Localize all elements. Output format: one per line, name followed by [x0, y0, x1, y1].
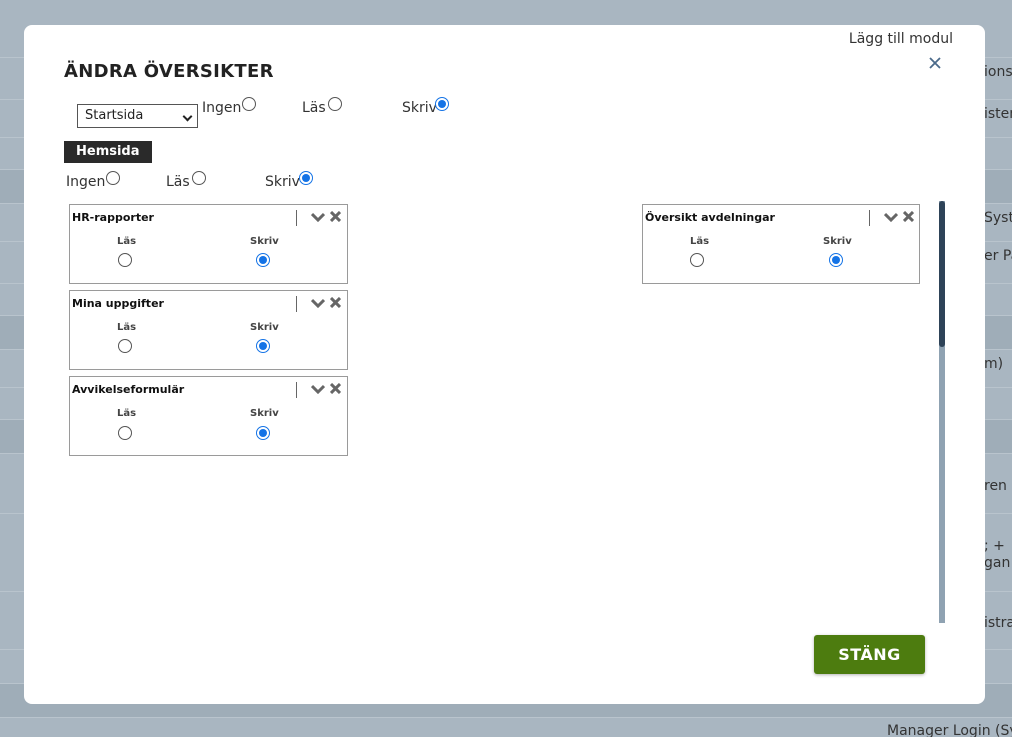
- top-option-none-label: Ingen: [202, 100, 242, 116]
- bg-fragment: m): [984, 356, 1004, 372]
- module-title: Översikt avdelningar: [645, 211, 775, 224]
- module-radio-read[interactable]: [118, 253, 132, 267]
- overview-select[interactable]: Startsida: [77, 104, 198, 128]
- bg-fragment: ; +: [984, 538, 1005, 554]
- bg-fragment: gan: [984, 555, 1011, 571]
- chevron-down-icon[interactable]: [311, 384, 325, 394]
- section-tag: Hemsida: [64, 141, 152, 163]
- remove-icon[interactable]: [330, 211, 341, 222]
- divider: [296, 296, 297, 312]
- section-option-read-label: Läs: [166, 174, 190, 190]
- add-module-link[interactable]: Lägg till modul: [849, 31, 953, 47]
- read-label: Läs: [117, 408, 137, 419]
- close-button[interactable]: STÄNG: [814, 635, 925, 674]
- module-card: Översikt avdelningar Läs Skriv: [642, 204, 920, 284]
- write-label: Skriv: [250, 408, 279, 419]
- bg-fragment: istra: [984, 615, 1012, 631]
- bg-fragment: ionsv: [984, 64, 1012, 80]
- remove-icon[interactable]: [330, 383, 341, 394]
- module-radio-read[interactable]: [118, 339, 132, 353]
- top-radio-read[interactable]: [328, 97, 342, 111]
- bg-fragment: Syster: [984, 210, 1012, 226]
- module-radio-write[interactable]: [256, 253, 270, 267]
- module-radio-write[interactable]: [829, 253, 843, 267]
- top-radio-write[interactable]: [435, 97, 449, 111]
- module-title: HR-rapporter: [72, 211, 154, 224]
- divider: [296, 382, 297, 398]
- section-radio-read[interactable]: [192, 171, 206, 185]
- chevron-down-icon: [182, 111, 193, 122]
- remove-icon[interactable]: [903, 211, 914, 222]
- read-label: Läs: [690, 236, 710, 247]
- module-title: Avvikelseformulär: [72, 383, 185, 396]
- bg-fragment: istem: [984, 106, 1012, 122]
- write-label: Skriv: [250, 236, 279, 247]
- top-option-write-label: Skriv: [402, 100, 437, 116]
- module-radio-read[interactable]: [118, 426, 132, 440]
- module-card: Mina uppgifter Läs Skriv: [69, 290, 348, 370]
- read-label: Läs: [117, 236, 137, 247]
- chevron-down-icon[interactable]: [311, 212, 325, 222]
- close-icon[interactable]: [927, 55, 943, 71]
- bg-fragment: Manager Login (Sys: [887, 723, 1012, 737]
- chevron-down-icon[interactable]: [311, 298, 325, 308]
- module-radio-read[interactable]: [690, 253, 704, 267]
- section-option-none-label: Ingen: [66, 174, 106, 190]
- read-label: Läs: [117, 322, 137, 333]
- write-label: Skriv: [823, 236, 852, 247]
- module-card: Avvikelseformulär Läs Skriv: [69, 376, 348, 456]
- top-option-read-label: Läs: [302, 100, 326, 116]
- bg-fragment: er Pa: [984, 248, 1012, 264]
- divider: [869, 210, 870, 226]
- bg-fragment: ren: [984, 478, 1007, 494]
- module-radio-write[interactable]: [256, 339, 270, 353]
- top-radio-none[interactable]: [242, 97, 256, 111]
- edit-overviews-dialog: Lägg till modul ÄNDRA ÖVERSIKTER Startsi…: [24, 25, 985, 704]
- remove-icon[interactable]: [330, 297, 341, 308]
- module-card: HR-rapporter Läs Skriv: [69, 204, 348, 284]
- overview-select-value: Startsida: [85, 108, 144, 123]
- chevron-down-icon[interactable]: [884, 212, 898, 222]
- write-label: Skriv: [250, 322, 279, 333]
- divider: [296, 210, 297, 226]
- scrollbar-thumb[interactable]: [939, 201, 945, 347]
- section-radio-none[interactable]: [106, 171, 120, 185]
- dialog-title: ÄNDRA ÖVERSIKTER: [64, 61, 274, 82]
- section-option-write-label: Skriv: [265, 174, 300, 190]
- module-radio-write[interactable]: [256, 426, 270, 440]
- module-title: Mina uppgifter: [72, 297, 164, 310]
- section-radio-write[interactable]: [299, 171, 313, 185]
